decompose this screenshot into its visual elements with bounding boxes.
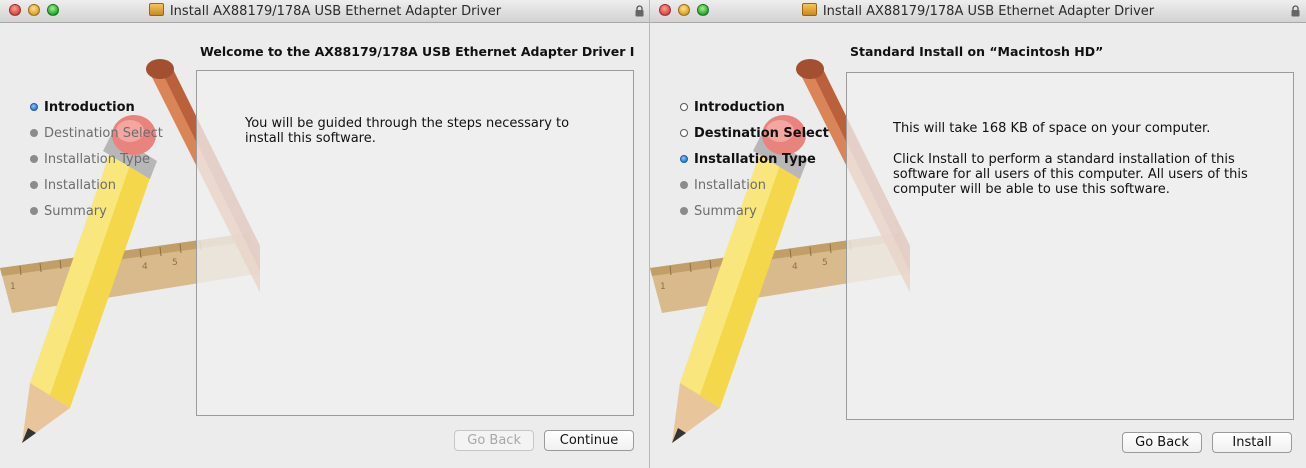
body-text: You will be guided through the steps nec…: [245, 116, 570, 146]
step-installation: Installation: [680, 172, 829, 198]
step-bullet-icon: [30, 129, 38, 137]
step-label: Summary: [44, 203, 107, 219]
svg-text:1: 1: [660, 282, 666, 292]
step-label: Introduction: [694, 99, 785, 115]
step-label: Destination Select: [694, 125, 829, 141]
step-bullet-icon: [30, 155, 38, 163]
step-label: Summary: [694, 203, 757, 219]
installer-steps: Introduction Destination Select Installa…: [680, 94, 829, 224]
step-bullet-icon: [30, 103, 38, 111]
body-text: Click Install to perform a standard inst…: [893, 152, 1248, 197]
step-bullet-icon: [680, 103, 688, 111]
step-label: Installation Type: [44, 151, 150, 167]
svg-text:1: 1: [10, 282, 16, 292]
go-back-button[interactable]: Go Back: [1122, 432, 1202, 453]
install-button[interactable]: Install: [1212, 432, 1292, 453]
step-label: Installation: [44, 177, 117, 193]
package-icon: [801, 3, 817, 16]
step-label: Installation: [694, 177, 767, 193]
page-heading: Standard Install on “Macintosh HD”: [850, 44, 1104, 59]
step-bullet-icon: [680, 129, 688, 137]
step-summary: Summary: [680, 198, 829, 224]
content-pane: This will take 168 KB of space on your c…: [846, 72, 1294, 420]
title-bar[interactable]: Install AX88179/178A USB Ethernet Adapte…: [0, 0, 650, 23]
step-bullet-icon: [30, 181, 38, 189]
installer-window-introduction: Install AX88179/178A USB Ethernet Adapte…: [0, 0, 650, 468]
content-pane: You will be guided through the steps nec…: [196, 70, 634, 416]
step-summary: Summary: [30, 198, 163, 224]
page-heading: Welcome to the AX88179/178A USB Ethernet…: [200, 44, 635, 59]
svg-text:5: 5: [172, 258, 178, 268]
step-introduction: Introduction: [680, 94, 829, 120]
package-icon: [148, 3, 164, 16]
svg-text:5: 5: [822, 258, 828, 268]
step-label: Installation Type: [694, 151, 816, 167]
step-destination-select: Destination Select: [30, 120, 163, 146]
installer-window-installation-type: Install AX88179/178A USB Ethernet Adapte…: [650, 0, 1306, 468]
step-installation-type: Installation Type: [30, 146, 163, 172]
go-back-button[interactable]: Go Back: [454, 430, 534, 451]
svg-text:4: 4: [142, 262, 148, 272]
step-bullet-icon: [680, 155, 688, 163]
svg-text:4: 4: [792, 262, 798, 272]
step-bullet-icon: [680, 207, 688, 215]
step-installation: Installation: [30, 172, 163, 198]
installer-steps: Introduction Destination Select Installa…: [30, 94, 163, 224]
space-required-text: This will take 168 KB of space on your c…: [893, 121, 1211, 136]
step-introduction: Introduction: [30, 94, 163, 120]
lock-icon: [635, 5, 644, 17]
continue-button[interactable]: Continue: [544, 430, 634, 451]
title-bar[interactable]: Install AX88179/178A USB Ethernet Adapte…: [650, 0, 1306, 23]
step-bullet-icon: [680, 181, 688, 189]
step-label: Introduction: [44, 99, 135, 115]
lock-icon: [1291, 5, 1300, 17]
window-title: Install AX88179/178A USB Ethernet Adapte…: [822, 4, 1155, 19]
step-label: Destination Select: [44, 125, 163, 141]
step-destination-select: Destination Select: [680, 120, 829, 146]
step-installation-type: Installation Type: [680, 146, 829, 172]
window-title: Install AX88179/178A USB Ethernet Adapte…: [169, 4, 502, 19]
step-bullet-icon: [30, 207, 38, 215]
